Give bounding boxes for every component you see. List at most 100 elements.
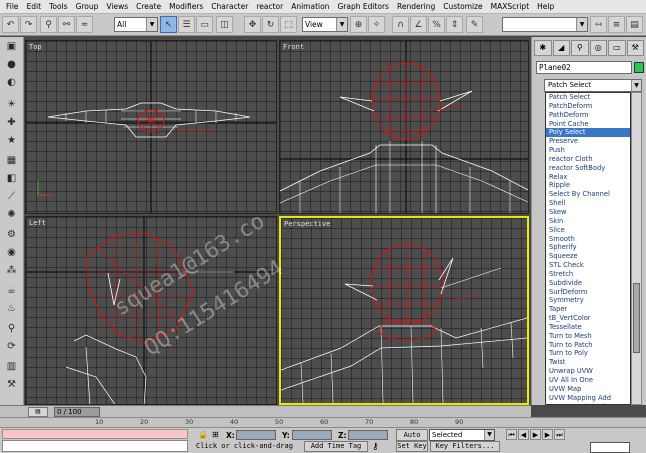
absolute-mode-icon[interactable]: ⊞: [212, 430, 219, 439]
layer-manager-icon[interactable]: ▤: [626, 16, 643, 33]
scrollbar-thumb[interactable]: [633, 283, 640, 353]
menu-item-reactor[interactable]: reactor: [252, 2, 287, 11]
modifier-list-item[interactable]: UV All In One: [546, 376, 630, 385]
spinner-snap-icon[interactable]: ⇕: [446, 16, 463, 33]
scale-icon[interactable]: ⬚: [280, 16, 297, 33]
unlink-icon[interactable]: ⚯: [58, 16, 75, 33]
select-link-icon[interactable]: ⚲: [40, 16, 57, 33]
create-helper-icon[interactable]: ✚: [3, 115, 20, 131]
edit-named-selection-icon[interactable]: ✎: [466, 16, 483, 33]
track-bar-ruler[interactable]: 10 20 30 40 50 60 70 80 90: [0, 417, 646, 427]
menu-item-maxscript[interactable]: MAXScript: [487, 2, 534, 11]
auto-key-button[interactable]: Auto Key: [396, 429, 428, 449]
object-name-field[interactable]: Plane02: [536, 61, 632, 74]
percent-snap-icon[interactable]: %: [428, 16, 445, 33]
menu-item-tools[interactable]: Tools: [45, 2, 71, 11]
modifier-list-scrollbar[interactable]: [631, 92, 642, 405]
coord-x-field[interactable]: [236, 430, 276, 440]
goto-end-icon[interactable]: ⏭: [554, 429, 565, 440]
bone-tool-icon[interactable]: ⟋: [3, 189, 20, 205]
viewport-top[interactable]: Top: [25, 40, 277, 214]
coord-z-field[interactable]: [348, 430, 388, 440]
display-icon[interactable]: ▥: [3, 359, 20, 375]
viewport-front[interactable]: Front: [279, 40, 529, 214]
modifier-icon[interactable]: ⚙: [3, 227, 20, 243]
modifier-list-item[interactable]: STL Check: [546, 261, 630, 270]
menu-item-edit[interactable]: Edit: [23, 2, 46, 11]
modifier-list-item[interactable]: SurfDeform: [546, 288, 630, 297]
mirror-icon[interactable]: ⇿: [590, 16, 607, 33]
redo-icon[interactable]: ↷: [20, 16, 37, 33]
menu-item-create[interactable]: Create: [132, 2, 165, 11]
modifier-list-item[interactable]: Spherify: [546, 243, 630, 252]
menu-item-modifiers[interactable]: Modifiers: [165, 2, 207, 11]
modifier-list-item[interactable]: reactor SoftBody: [546, 164, 630, 173]
rotate-icon[interactable]: ↻: [262, 16, 279, 33]
modifier-list-item[interactable]: Twist: [546, 358, 630, 367]
named-selection-dropdown[interactable]: ▼: [502, 17, 588, 32]
menu-item-character[interactable]: Character: [207, 2, 252, 11]
modifier-list-item[interactable]: Poly Select: [546, 128, 630, 138]
time-slider-counter[interactable]: 0 / 100: [54, 407, 100, 417]
next-frame-icon[interactable]: ▶: [542, 429, 553, 440]
object-color-swatch[interactable]: [634, 62, 644, 73]
undo-icon[interactable]: ↶: [2, 16, 19, 33]
modifier-list-item[interactable]: UVW Map: [546, 385, 630, 394]
move-icon[interactable]: ✥: [244, 16, 261, 33]
hierarchy-tab-icon[interactable]: ⚲: [571, 40, 589, 56]
rect-selection-icon[interactable]: ▭: [196, 16, 213, 33]
motion-icon[interactable]: ⟳: [3, 339, 20, 355]
viewport-left[interactable]: Left: [25, 216, 277, 405]
modifier-list-item[interactable]: Smooth: [546, 235, 630, 244]
modifier-list-item[interactable]: Slice: [546, 226, 630, 235]
modifier-list-dropdown[interactable]: Patch Select ▼: [544, 79, 642, 92]
patch-tools-icon[interactable]: ◧: [3, 171, 20, 187]
modifier-list-item[interactable]: PathDeform: [546, 111, 630, 120]
modifier-list-item[interactable]: UVW Mapping Clear: [546, 403, 630, 404]
select-by-name-icon[interactable]: ☰: [178, 16, 195, 33]
add-time-tag-button[interactable]: Add Time Tag: [304, 441, 368, 452]
snap-toggle-icon[interactable]: ∩: [392, 16, 409, 33]
modifier-list-item[interactable]: Symmetry: [546, 296, 630, 305]
modify-tab-icon[interactable]: ◢: [552, 40, 570, 56]
modifier-list-item[interactable]: reactor Cloth: [546, 155, 630, 164]
modifier-list-item[interactable]: Turn to Patch: [546, 341, 630, 350]
utilities-icon[interactable]: ⚒: [3, 377, 20, 393]
menu-item-help[interactable]: Help: [533, 2, 558, 11]
modifier-list-item[interactable]: Relax: [546, 173, 630, 182]
create-spacewarp-icon[interactable]: ★: [3, 133, 20, 149]
create-tab-icon[interactable]: ✱: [534, 40, 552, 56]
create-shape-icon[interactable]: ◐: [3, 75, 20, 91]
modifier-list-item[interactable]: Stretch: [546, 270, 630, 279]
prev-frame-icon[interactable]: ◀: [518, 429, 529, 440]
menu-item-file[interactable]: File: [2, 2, 23, 11]
key-mode-dropdown[interactable]: Selected ▼: [429, 429, 495, 441]
bind-spacewarp-icon[interactable]: ≈: [76, 16, 93, 33]
utilities-tab-icon[interactable]: ⚒: [626, 40, 644, 56]
mesh-tools-icon[interactable]: ▦: [3, 153, 20, 169]
modifier-list-item[interactable]: Preserve: [546, 137, 630, 146]
particles-icon[interactable]: ⁂: [3, 263, 20, 279]
modifier-list-item[interactable]: Skin: [546, 217, 630, 226]
create-box-icon[interactable]: ▣: [3, 39, 20, 55]
modifier-list-item[interactable]: Unwrap UVW: [546, 367, 630, 376]
modifier-list-item[interactable]: Push: [546, 146, 630, 155]
time-slider[interactable]: ▤ 0 / 100: [0, 405, 531, 417]
time-config-icon[interactable]: ▤: [28, 407, 48, 417]
ref-coord-dropdown[interactable]: View ▼: [302, 17, 348, 32]
display-tab-icon[interactable]: ▭: [608, 40, 626, 56]
coord-y-field[interactable]: [292, 430, 332, 440]
window-crossing-icon[interactable]: ◫: [216, 16, 233, 33]
modifier-list-item[interactable]: Turn to Mesh: [546, 332, 630, 341]
viewport-perspective[interactable]: Perspective: [279, 216, 529, 405]
current-frame-field[interactable]: [590, 442, 630, 453]
modifier-list-item[interactable]: Turn to Poly: [546, 349, 630, 358]
modifier-list-item[interactable]: Ripple: [546, 181, 630, 190]
modifier-list-item[interactable]: PatchDeform: [546, 102, 630, 111]
manipulate-icon[interactable]: ✧: [368, 16, 385, 33]
camera-icon[interactable]: ◉: [3, 245, 20, 261]
modifier-list-item[interactable]: tB_VertColor: [546, 314, 630, 323]
pivot-center-icon[interactable]: ⊕: [350, 16, 367, 33]
menu-item-animation[interactable]: Animation: [287, 2, 333, 11]
modifier-list-item[interactable]: Tessellate: [546, 323, 630, 332]
